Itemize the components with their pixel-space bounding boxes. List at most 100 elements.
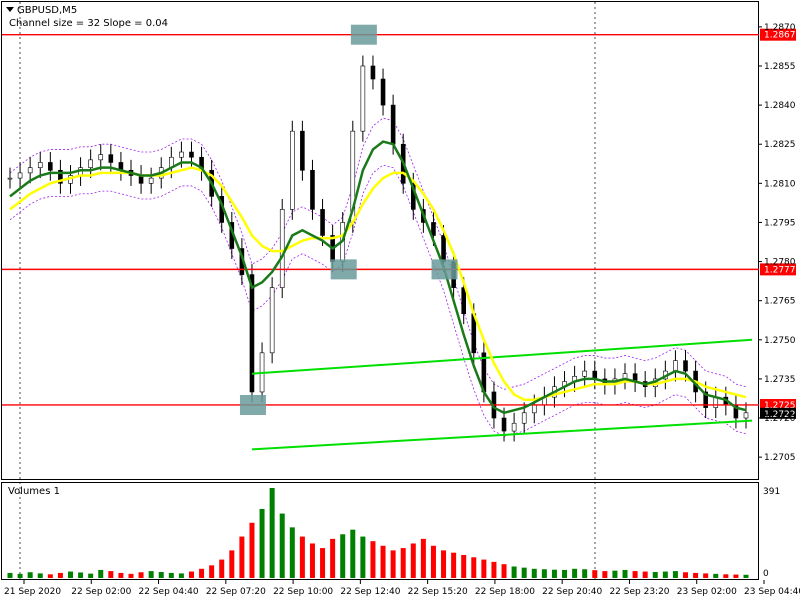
volume-bar bbox=[370, 541, 376, 578]
volume-bar bbox=[340, 534, 346, 578]
candle-body bbox=[279, 209, 285, 288]
candle-body bbox=[743, 412, 749, 419]
volume-bar bbox=[491, 561, 497, 578]
signal-marker bbox=[239, 394, 266, 415]
volume-bar bbox=[632, 571, 638, 578]
volume-bar bbox=[672, 571, 678, 578]
x-tick-label: 21 Sep 2020 bbox=[4, 587, 61, 597]
volume-bar bbox=[78, 572, 84, 578]
candle-body bbox=[27, 167, 33, 174]
volume-bar bbox=[188, 571, 194, 578]
x-tick-label: 22 Sep 07:20 bbox=[206, 587, 266, 597]
candle-body bbox=[431, 222, 436, 236]
candle-body bbox=[521, 412, 527, 424]
volume-bar bbox=[461, 554, 467, 578]
candle-body bbox=[98, 154, 104, 161]
volume-bar bbox=[249, 522, 255, 578]
y-tick-label: 1.2780 bbox=[764, 258, 796, 268]
volume-bar bbox=[360, 536, 366, 578]
volume-bar bbox=[128, 573, 134, 578]
volume-bar bbox=[199, 568, 205, 578]
chart-root: 1.28671.27771.27251.2722 1.28701.28551.2… bbox=[1, 1, 800, 597]
signal-marker bbox=[431, 259, 458, 280]
volume-bar bbox=[410, 543, 416, 578]
candle-body bbox=[501, 417, 507, 432]
volume-panel-title: Volumes 1 bbox=[8, 486, 60, 497]
volume-bar bbox=[572, 568, 578, 578]
volume-bar bbox=[582, 569, 588, 578]
volume-bar bbox=[562, 569, 568, 578]
x-tick-label: 22 Sep 04:40 bbox=[139, 587, 199, 597]
volume-bar bbox=[683, 572, 689, 578]
candle-body bbox=[88, 159, 93, 168]
candle-body bbox=[390, 104, 396, 145]
volume-bar bbox=[501, 564, 507, 578]
volume-bar bbox=[88, 573, 94, 578]
chart-symbol-title: GBPUSD,M5 bbox=[17, 5, 77, 16]
volume-bar bbox=[209, 565, 215, 578]
candle-body bbox=[189, 151, 194, 158]
candle-body bbox=[380, 78, 386, 106]
volume-bar bbox=[743, 574, 749, 578]
y-tick-label: 1.2765 bbox=[764, 297, 796, 307]
candle-body bbox=[7, 177, 13, 180]
volume-bar bbox=[299, 536, 305, 578]
volume-bar bbox=[330, 538, 336, 578]
x-tick-label: 22 Sep 10:00 bbox=[273, 587, 333, 597]
volume-bar bbox=[612, 570, 618, 578]
volume-bar bbox=[168, 572, 174, 578]
candle-body bbox=[320, 209, 325, 236]
volume-bar bbox=[158, 572, 164, 578]
candle-body bbox=[269, 287, 275, 354]
y-tick-label: 1.2705 bbox=[764, 453, 796, 463]
volume-bar bbox=[703, 573, 709, 578]
volume-bar bbox=[259, 508, 265, 578]
volume-bar bbox=[57, 572, 63, 578]
candle-body bbox=[441, 235, 446, 262]
volume-bar bbox=[521, 567, 527, 578]
volume-bar bbox=[67, 571, 73, 578]
volume-bar bbox=[289, 527, 295, 578]
volume-bar bbox=[602, 571, 608, 578]
volume-max-label: 391 bbox=[763, 487, 780, 497]
volume-bar bbox=[531, 568, 537, 578]
volume-bar bbox=[118, 572, 124, 578]
y-tick-label: 1.2750 bbox=[764, 336, 796, 346]
signal-marker bbox=[330, 259, 357, 280]
x-tick-label: 22 Sep 20:40 bbox=[542, 587, 602, 597]
volume-bar bbox=[239, 536, 245, 578]
volume-bar bbox=[471, 557, 477, 578]
candle-body bbox=[179, 151, 184, 158]
price-axis: 1.2870 1.2855 1.2840 1.2825 1.2810 1.2795 1.27… bbox=[758, 23, 796, 463]
candle-body bbox=[582, 370, 587, 377]
candle-body bbox=[148, 177, 154, 184]
x-tick-label: 22 Sep 02:00 bbox=[71, 587, 131, 597]
volume-bar bbox=[733, 574, 739, 578]
volume-bar bbox=[723, 574, 729, 578]
volume-bar bbox=[7, 572, 13, 578]
x-tick-label: 22 Sep 18:00 bbox=[475, 587, 535, 597]
x-tick-label: 22 Sep 15:20 bbox=[408, 587, 468, 597]
candle-body bbox=[360, 65, 366, 132]
volume-bar bbox=[592, 570, 598, 578]
candle-body bbox=[290, 130, 295, 210]
volume-bar bbox=[430, 545, 436, 578]
volume-zero-label: 0 bbox=[763, 569, 769, 579]
volume-bar bbox=[541, 569, 547, 578]
y-tick-label: 1.2840 bbox=[764, 101, 796, 111]
volume-bar bbox=[279, 513, 285, 578]
x-tick-label: 23 Sep 02:00 bbox=[677, 587, 737, 597]
volume-bar bbox=[713, 573, 719, 578]
candle-body bbox=[531, 404, 537, 414]
volume-bar bbox=[37, 573, 43, 578]
volume-bar bbox=[652, 572, 658, 578]
volume-bar bbox=[481, 559, 487, 578]
volume-bar bbox=[27, 572, 33, 578]
volume-bar bbox=[108, 571, 114, 578]
volume-bar bbox=[350, 529, 356, 578]
volume-bar bbox=[390, 550, 396, 578]
volume-panel-frame bbox=[1, 482, 759, 580]
volume-bar bbox=[138, 572, 144, 578]
volume-bar bbox=[642, 571, 648, 578]
candle-body bbox=[37, 162, 43, 168]
